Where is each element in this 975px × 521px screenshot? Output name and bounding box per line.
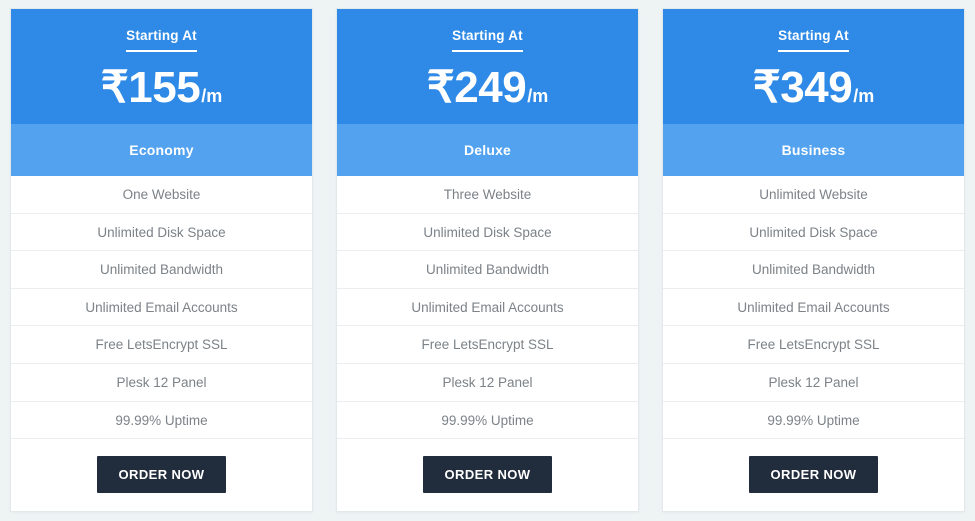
plan-card-economy: Starting At ₹155/m Economy One Website U… [10, 8, 313, 512]
feature-row: Unlimited Bandwidth [663, 251, 964, 289]
starting-at-label: Starting At [452, 29, 523, 52]
card-footer: ORDER NOW [11, 439, 312, 514]
card-footer: ORDER NOW [337, 439, 638, 514]
plan-name-band: Business [663, 124, 964, 176]
feature-row: Unlimited Email Accounts [663, 289, 964, 327]
feature-row: Unlimited Disk Space [337, 214, 638, 252]
price-header: Starting At ₹155/m [11, 9, 312, 124]
starting-at-label: Starting At [126, 29, 197, 52]
price-row: ₹249/m [347, 62, 628, 112]
feature-row: Free LetsEncrypt SSL [663, 326, 964, 364]
price-amount: ₹155 [100, 62, 201, 112]
order-now-button[interactable]: ORDER NOW [96, 456, 227, 494]
feature-row: One Website [11, 176, 312, 214]
feature-row: Unlimited Website [663, 176, 964, 214]
feature-row: Unlimited Bandwidth [337, 251, 638, 289]
price-row: ₹349/m [673, 62, 954, 112]
plan-card-deluxe: Starting At ₹249/m Deluxe Three Website … [336, 8, 639, 512]
price-period: /m [527, 85, 549, 106]
plan-name-band: Economy [11, 124, 312, 176]
price-header: Starting At ₹349/m [663, 9, 964, 124]
feature-row: Unlimited Disk Space [11, 214, 312, 252]
feature-row: Unlimited Bandwidth [11, 251, 312, 289]
feature-list: One Website Unlimited Disk Space Unlimit… [11, 176, 312, 440]
plan-name-band: Deluxe [337, 124, 638, 176]
feature-row: Plesk 12 Panel [11, 364, 312, 402]
feature-row: Plesk 12 Panel [337, 364, 638, 402]
order-now-button[interactable]: ORDER NOW [422, 456, 553, 494]
feature-list: Unlimited Website Unlimited Disk Space U… [663, 176, 964, 440]
feature-row: Three Website [337, 176, 638, 214]
feature-row: Free LetsEncrypt SSL [337, 326, 638, 364]
price-amount: ₹249 [426, 62, 527, 112]
feature-row: Unlimited Email Accounts [337, 289, 638, 327]
feature-row: Free LetsEncrypt SSL [11, 326, 312, 364]
plan-card-business: Starting At ₹349/m Business Unlimited We… [662, 8, 965, 512]
starting-at-label: Starting At [778, 29, 849, 52]
feature-row: Plesk 12 Panel [663, 364, 964, 402]
order-now-button[interactable]: ORDER NOW [748, 456, 879, 494]
price-period: /m [201, 85, 223, 106]
price-amount: ₹349 [752, 62, 853, 112]
feature-row: 99.99% Uptime [663, 402, 964, 440]
pricing-table: Starting At ₹155/m Economy One Website U… [0, 0, 975, 521]
feature-row: Unlimited Disk Space [663, 214, 964, 252]
feature-list: Three Website Unlimited Disk Space Unlim… [337, 176, 638, 440]
price-period: /m [853, 85, 875, 106]
price-header: Starting At ₹249/m [337, 9, 638, 124]
price-row: ₹155/m [21, 62, 302, 112]
feature-row: Unlimited Email Accounts [11, 289, 312, 327]
feature-row: 99.99% Uptime [337, 402, 638, 440]
feature-row: 99.99% Uptime [11, 402, 312, 440]
card-footer: ORDER NOW [663, 439, 964, 514]
